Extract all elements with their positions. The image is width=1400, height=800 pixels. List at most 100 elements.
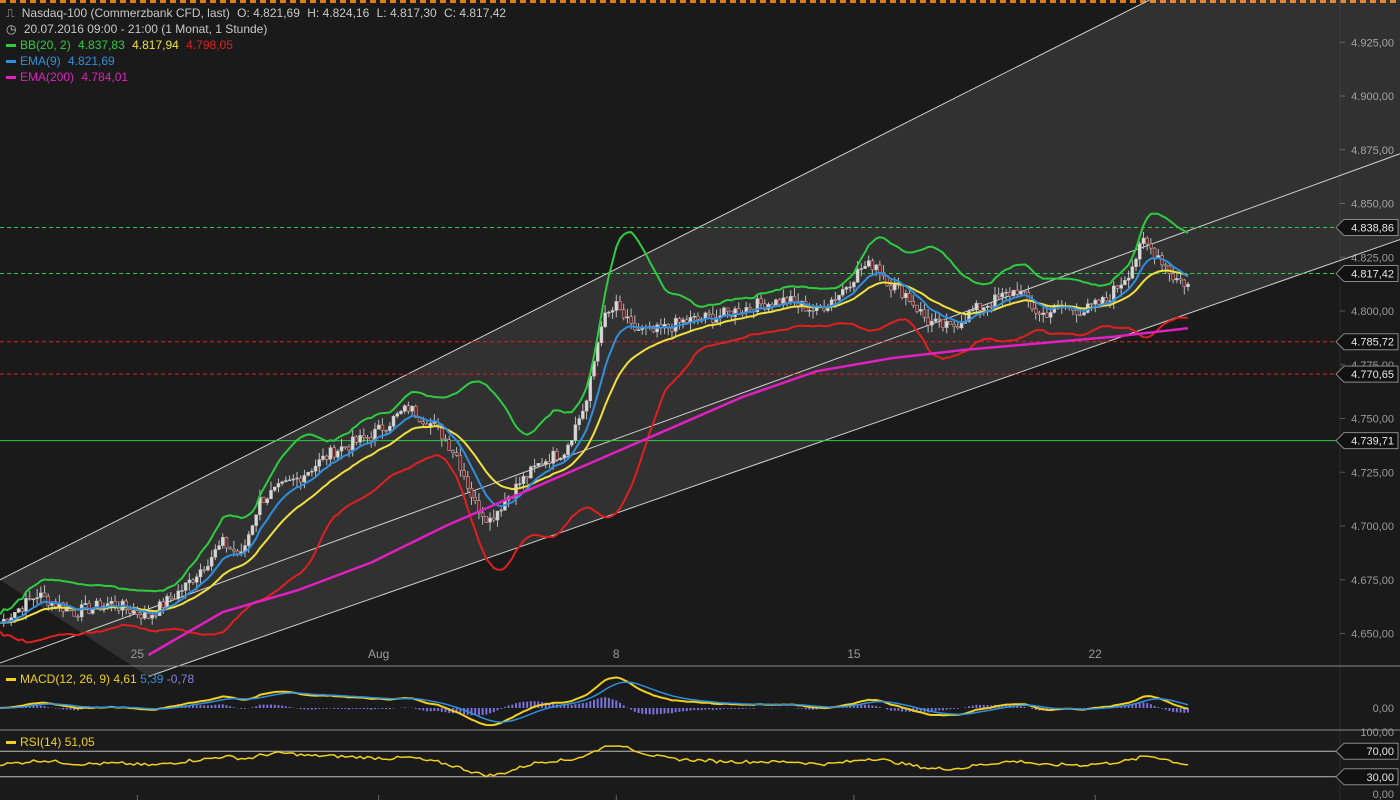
macd-histogram-bar [641, 708, 644, 714]
macd-histogram-bar [593, 699, 595, 708]
low-value: L: 4.817,30 [376, 6, 437, 20]
macd-histogram-bar [626, 707, 629, 708]
bb-lower: 4.798,05 [186, 38, 233, 52]
chart-type-icon[interactable]: ⎍ [6, 6, 14, 20]
macd-histogram-bar [366, 708, 369, 710]
price-level-label: 4.785,72 [1351, 337, 1394, 349]
macd-histogram-bar [574, 704, 577, 708]
candle-body [1130, 266, 1135, 279]
candle-body [469, 487, 474, 498]
macd-histogram-bar [225, 705, 228, 708]
legend-ema9[interactable]: EMA(9) 4.821,69 [6, 53, 119, 69]
instrument-title: Nasdaq-100 (Commerzbank CFD, last) [21, 6, 230, 20]
candle-body [577, 418, 581, 425]
candle-body [473, 496, 477, 502]
candle-body [1115, 285, 1120, 289]
macd-histogram-bar [325, 708, 328, 709]
macd-histogram-bar [618, 702, 621, 708]
y-tick-label: 4.750,00 [1351, 414, 1394, 426]
macd-histogram-bar [255, 706, 258, 708]
candle-body [480, 512, 485, 517]
candle-body [696, 315, 700, 320]
candle-body [989, 305, 993, 308]
candle-body [1074, 310, 1079, 316]
macd-histogram-bar [719, 708, 722, 710]
macd-histogram-bar [359, 708, 362, 709]
candle-body [198, 569, 203, 578]
macd-histogram-bar [270, 704, 273, 708]
candle-body [1186, 283, 1190, 287]
x-tick-label: 15 [847, 647, 861, 661]
macd-histogram-bar [206, 705, 209, 708]
macd-histogram-bar [975, 704, 978, 708]
macd-histogram-bar [604, 697, 607, 708]
chart-canvas[interactable]: 4.925,004.900,004.875,004.850,004.825,00… [0, 0, 1400, 800]
candle-body [128, 609, 132, 614]
macd-histogram-bar [240, 708, 243, 709]
legend-macd[interactable]: MACD(12, 26, 9) 4,61 5,39 -0,78 [6, 672, 194, 686]
macd-histogram-bar [1161, 708, 1164, 709]
candle-body [272, 486, 277, 491]
macd-histogram-bar [203, 705, 206, 708]
macd-histogram-bar [630, 708, 633, 710]
macd-histogram-bar [964, 707, 967, 708]
macd-histogram-bar [596, 698, 599, 708]
macd-histogram-bar [659, 708, 662, 714]
macd-histogram-bar [273, 704, 276, 708]
macd-histogram-bar [477, 708, 480, 716]
macd-histogram-bar [722, 708, 725, 709]
macd-histogram-bar [800, 708, 803, 709]
bb-upper: 4.817,94 [132, 38, 179, 52]
macd-histogram-bar [1153, 705, 1156, 708]
bb-label: BB(20, 2) [20, 38, 71, 52]
candle-body [1008, 291, 1012, 297]
candle-body [499, 509, 503, 512]
legend-ema200[interactable]: EMA(200) 4.784,01 [6, 69, 132, 85]
candle-body [996, 294, 1001, 298]
candle-body [926, 316, 930, 326]
legend-bb[interactable]: BB(20, 2) 4.837,83 4.817,94 4.798,05 [6, 37, 237, 53]
candle-body [388, 425, 392, 431]
macd-histogram-bar [258, 704, 261, 708]
candle-body [484, 516, 489, 523]
candle-body [566, 444, 570, 456]
macd-histogram-bar [652, 708, 655, 715]
candle-body [406, 405, 411, 412]
macd-histogram-bar [734, 708, 737, 709]
macd-histogram-bar [54, 708, 57, 709]
candle-body [298, 477, 303, 483]
price-pane: 4.925,004.900,004.875,004.850,004.825,00… [0, 0, 1400, 800]
macd-histogram-bar [344, 708, 347, 709]
macd-histogram-bar [886, 708, 889, 710]
candle-body [685, 319, 689, 323]
candle-body [907, 293, 912, 302]
candle-body [777, 299, 782, 306]
ema200-label: EMA(200) [20, 70, 75, 84]
macd-histogram-bar [1135, 704, 1138, 708]
macd-histogram-bar [262, 704, 265, 708]
macd-histogram-bar [611, 699, 614, 708]
macd-histogram-bar [39, 705, 42, 708]
candle-body [217, 545, 221, 550]
candle-body [451, 450, 455, 453]
macd-histogram-bar [351, 708, 354, 709]
candle-body [1178, 278, 1183, 281]
candle-body [621, 309, 626, 319]
candle-body [402, 405, 407, 412]
macd-v2: 5,39 [140, 672, 164, 686]
candle-body [636, 329, 641, 331]
macd-histogram-bar [418, 708, 421, 710]
macd-histogram-bar [708, 708, 711, 710]
candle-body [785, 297, 789, 304]
legend-rsi[interactable]: RSI(14) 51,05 [6, 735, 95, 749]
macd-histogram-bar [637, 708, 640, 714]
macd-histogram-bar [704, 708, 707, 710]
rsi-axis-label: 100,00 [1360, 727, 1394, 739]
candle-body [603, 312, 607, 327]
macd-histogram-bar [303, 708, 306, 710]
macd-histogram-bar [563, 705, 566, 708]
macd-histogram-bar [437, 708, 440, 712]
macd-histogram-bar [347, 708, 350, 710]
macd-histogram-bar [62, 708, 65, 710]
macd-histogram-bar [875, 706, 878, 708]
